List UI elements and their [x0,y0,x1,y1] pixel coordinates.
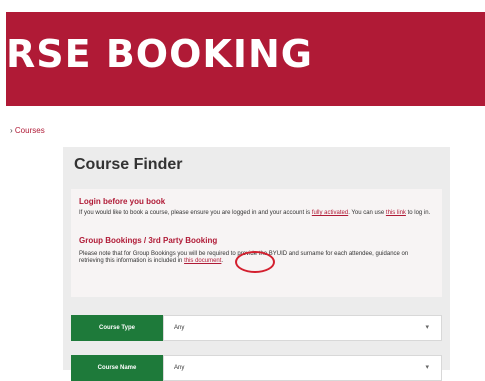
login-text-line1: If you would like to book a course, plea… [79,210,311,216]
login-heading: Login before you book [79,197,166,206]
breadcrumb: › Courses [10,126,45,135]
annotation-circle [235,251,275,273]
group-bookings-heading: Group Bookings / 3rd Party Booking [79,236,218,245]
course-name-value: Any [174,365,185,371]
fully-activated-link[interactable]: fully activated [312,210,348,216]
group-text-end: . [221,258,224,264]
document-link[interactable]: this document [184,258,221,264]
login-text: If you would like to book a course, plea… [79,210,434,217]
course-finder-panel: Course Finder Login before you book If y… [63,147,450,381]
breadcrumb-separator: › [10,126,13,135]
course-type-filter: Course Type Any ▾ [71,315,442,341]
course-type-label: Course Type [71,315,163,341]
header-banner: RSE BOOKING [6,12,485,106]
course-name-label: Course Name [71,355,163,381]
course-name-select[interactable]: Any ▾ [163,355,442,381]
breadcrumb-courses-link[interactable]: Courses [15,126,45,135]
login-link[interactable]: this link [386,210,406,216]
info-box: Login before you book If you would like … [71,189,442,297]
site-title: RSE BOOKING [6,32,313,76]
login-text-mid: . You can use [348,210,385,216]
login-text-end: to log in. [405,210,431,216]
course-name-filter: Course Name Any ▾ [71,355,442,381]
course-type-value: Any [174,325,185,331]
chevron-down-icon: ▾ [425,324,429,331]
course-type-select[interactable]: Any ▾ [163,315,442,341]
page-title: Course Finder [74,156,183,173]
